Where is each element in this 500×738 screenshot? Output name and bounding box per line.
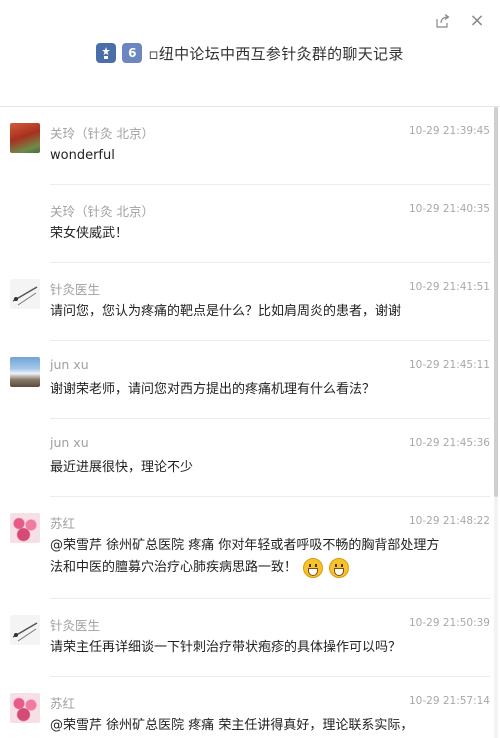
message-time: 10-29 21:40:35 — [408, 203, 490, 215]
chat-history[interactable]: 关玲（针灸 北京） 10-29 21:39:45 wonderful 关玲（针灸… — [0, 107, 494, 738]
message-text: 最近进展很快，理论不少 — [50, 460, 194, 475]
close-icon[interactable]: × — [468, 12, 486, 30]
chat-header: 6 ▫纽中论坛中西互参针灸群的聊天记录 — [0, 36, 500, 70]
close-glyph: × — [469, 10, 485, 31]
message-sender[interactable]: 针灸医生 — [50, 279, 100, 298]
message-item: 针灸医生 10-29 21:41:51 请问您，您认为疼痛的靶点是什么？比如肩周… — [0, 263, 494, 341]
message-text: @荣雪芹 徐州矿总医院 疼痛 你对年轻或者呼吸不畅的胸背部处理方法和中医的膻募穴… — [50, 535, 445, 579]
needle-avatar[interactable] — [10, 279, 40, 309]
chat-scrollbar[interactable] — [494, 107, 498, 738]
message-time: 10-29 21:41:51 — [408, 281, 490, 293]
message-sender[interactable]: jun xu — [50, 357, 89, 372]
badge-six-icon: 6 — [122, 43, 143, 63]
message-sender[interactable]: 苏红 — [50, 513, 75, 532]
grin-emoji-icon — [303, 557, 324, 578]
message-item: 针灸医生 10-29 21:50:39 请荣主任再详细谈一下针刺治疗带状疱疹的具… — [0, 599, 494, 677]
message-text: 荣女侠威武！ — [50, 226, 129, 241]
scrollbar-thumb[interactable] — [494, 107, 498, 497]
message-sender[interactable]: 关玲（针灸 北京） — [50, 201, 154, 220]
message-sender[interactable]: 针灸医生 — [50, 615, 100, 634]
message-item: 关玲（针灸 北京） 10-29 21:39:45 wonderful — [0, 107, 494, 185]
message-time: 10-29 21:48:22 — [408, 515, 490, 527]
window-controls: × — [434, 12, 486, 30]
badge-six-label: 6 — [128, 46, 137, 60]
message-time: 10-29 21:50:39 — [408, 617, 490, 629]
message-item: jun xu 10-29 21:45:11 谢谢荣老师，请问您对西方提出的疼痛机… — [0, 341, 494, 419]
message-sender[interactable]: jun xu — [50, 435, 89, 450]
message-time: 10-29 21:45:36 — [408, 437, 490, 449]
message-text: wonderful — [50, 148, 115, 163]
message-text-content: @荣雪芹 徐州矿总医院 疼痛 你对年轻或者呼吸不畅的胸背部处理方法和中医的膻募穴… — [50, 538, 440, 575]
message-text: 请问您，您认为疼痛的靶点是什么？比如肩周炎的患者，谢谢 — [50, 304, 402, 319]
share-icon[interactable] — [434, 12, 452, 30]
message-time: 10-29 21:45:11 — [408, 359, 490, 371]
grin-emoji-icon — [329, 557, 350, 578]
message-sender[interactable]: 苏红 — [50, 693, 75, 712]
statue-icon — [96, 43, 117, 63]
message-item: jun xu 10-29 21:45:36 最近进展很快，理论不少 — [0, 419, 494, 497]
flower-avatar[interactable] — [10, 513, 40, 543]
message-time: 10-29 21:57:14 — [408, 695, 490, 707]
message-text: 谢谢荣老师，请问您对西方提出的疼痛机理有什么看法？ — [50, 382, 376, 397]
message-item: 关玲（针灸 北京） 10-29 21:40:35 荣女侠威武！ — [0, 185, 494, 263]
message-item: 苏红 10-29 21:48:22 @荣雪芹 徐州矿总医院 疼痛 你对年轻或者呼… — [0, 497, 494, 599]
flower-avatar[interactable] — [10, 693, 40, 723]
message-text: @荣雪芹 徐州矿总医院 疼痛 荣主任讲得真好，理论联系实际， — [50, 718, 414, 733]
message-item: 苏红 10-29 21:57:14 @荣雪芹 徐州矿总医院 疼痛 荣主任讲得真好… — [0, 677, 494, 738]
red-leaves-avatar[interactable] — [10, 123, 40, 153]
needle-avatar[interactable] — [10, 615, 40, 645]
mountain-avatar[interactable] — [10, 357, 40, 387]
message-text: 请荣主任再详细谈一下针刺治疗带状疱疹的具体操作可以吗？ — [50, 640, 402, 655]
page-title: ▫纽中论坛中西互参针灸群的聊天记录 — [148, 44, 404, 63]
message-sender[interactable]: 关玲（针灸 北京） — [50, 123, 154, 142]
message-time: 10-29 21:39:45 — [408, 125, 490, 137]
